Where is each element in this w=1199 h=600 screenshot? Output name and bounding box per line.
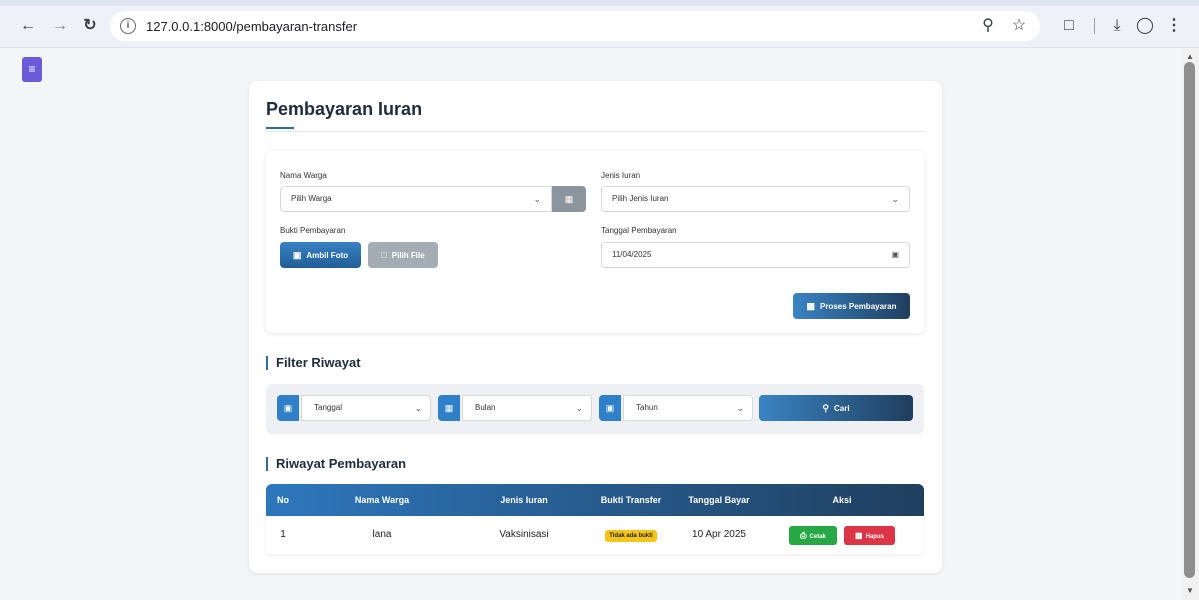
- col-no: No: [277, 495, 289, 505]
- cell-bukti: Tidak ada bukti: [584, 516, 678, 554]
- table-row: 1 lana Vaksinisasi Tidak ada bukti 10 Ap…: [266, 516, 924, 554]
- chevron-down-icon: ⌄: [891, 194, 899, 204]
- filter-bulan[interactable]: ▦ Bulan ⌄: [438, 395, 592, 421]
- calendar-year-icon: ▣: [599, 395, 621, 421]
- cari-label: Cari: [834, 404, 850, 413]
- list-picker-button[interactable]: ▦: [552, 186, 586, 212]
- url-text[interactable]: 127.0.0.1:8000/pembayaran-transfer: [146, 19, 357, 34]
- search-icon: ⚲: [822, 403, 830, 413]
- main-card: Pembayaran Iuran Nama Warga Pilih Warga …: [249, 81, 942, 573]
- title-accent: [266, 127, 294, 129]
- toolbar-divider: [1094, 18, 1095, 34]
- forward-arrow-icon[interactable]: →: [50, 16, 70, 36]
- filter-tanggal-select[interactable]: Tanggal ⌄: [301, 395, 431, 421]
- title-divider: [266, 131, 925, 132]
- proses-pembayaran-button[interactable]: ▩ Proses Pembayaran: [793, 293, 910, 319]
- site-info-icon[interactable]: i: [120, 18, 136, 34]
- payment-form: Nama Warga Pilih Warga ⌄ ▦ Jenis Iuran P…: [266, 151, 924, 333]
- ambil-foto-button[interactable]: ▣ Ambil Foto: [280, 242, 361, 268]
- address-bar[interactable]: i 127.0.0.1:8000/pembayaran-transfer: [110, 11, 1040, 41]
- nama-warga-select[interactable]: Pilih Warga ⌄: [280, 186, 552, 212]
- calendar-day-icon: ▣: [277, 395, 299, 421]
- downloads-icon[interactable]: ⤓: [1106, 15, 1128, 37]
- hapus-button[interactable]: ▩ Hapus: [844, 526, 895, 545]
- nama-warga-value: Pilih Warga: [291, 194, 332, 203]
- proses-pembayaran-label: Proses Pembayaran: [820, 302, 897, 311]
- reload-icon[interactable]: ↻: [80, 16, 100, 36]
- filter-tahun-select[interactable]: Tahun ⌄: [623, 395, 753, 421]
- filter-tahun[interactable]: ▣ Tahun ⌄: [599, 395, 753, 421]
- pilih-file-label: Pilih File: [391, 251, 425, 260]
- page-title: Pembayaran Iuran: [266, 99, 423, 119]
- jenis-iuran-select[interactable]: Pilih Jenis Iuran ⌄: [601, 186, 910, 212]
- calendar-icon[interactable]: ▣: [891, 243, 899, 267]
- tanggal-pembayaran-input[interactable]: 11/04/2025 ▣: [601, 242, 910, 268]
- filter-bulan-value: Bulan: [475, 403, 496, 412]
- table-header: No Nama Warga Jenis Iuran Bukti Transfer…: [266, 484, 924, 516]
- chevron-down-icon: ⌄: [575, 403, 583, 413]
- status-badge: Tidak ada bukti: [605, 530, 657, 542]
- cell-nama: lana: [372, 529, 392, 540]
- menu-icon[interactable]: ⋮: [1163, 15, 1185, 37]
- riwayat-section-title: Riwayat Pembayaran: [266, 457, 406, 471]
- col-aksi: Aksi: [832, 495, 852, 505]
- trash-icon: ▩: [855, 531, 863, 540]
- col-tanggal-bayar: Tanggal Bayar: [688, 495, 750, 505]
- riwayat-table: No Nama Warga Jenis Iuran Bukti Transfer…: [266, 484, 924, 554]
- filter-section-title: Filter Riwayat: [266, 356, 361, 370]
- filter-bar: ▣ Tanggal ⌄ ▦ Bulan ⌄ ▣ Tahun ⌄ ⚲ Cari: [266, 384, 924, 434]
- bookmark-star-icon[interactable]: ☆: [1008, 15, 1030, 37]
- filter-tanggal[interactable]: ▣ Tanggal ⌄: [277, 395, 431, 421]
- pilih-file-button[interactable]: □ Pilih File: [368, 242, 438, 268]
- tab-strip: [0, 0, 1199, 6]
- list-icon: ▦: [564, 194, 574, 204]
- cell-tanggal: 10 Apr 2025: [692, 529, 746, 540]
- filter-tanggal-value: Tanggal: [314, 403, 343, 412]
- tanggal-value: 11/04/2025: [612, 250, 652, 259]
- sidebar-toggle-button[interactable]: ≡: [22, 57, 42, 82]
- hapus-label: Hapus: [865, 534, 884, 540]
- cetak-button[interactable]: ⎙ Cetak: [789, 526, 837, 545]
- ambil-foto-label: Ambil Foto: [306, 251, 349, 260]
- scrollbar-thumb[interactable]: [1184, 62, 1195, 578]
- page-scrollbar[interactable]: ▲ ▼: [1181, 48, 1199, 600]
- cell-jenis: Vaksinisasi: [499, 529, 549, 540]
- chevron-down-icon: ⌄: [736, 403, 744, 413]
- col-jenis-iuran: Jenis Iuran: [500, 495, 548, 505]
- nama-warga-label: Nama Warga: [280, 171, 327, 180]
- chevron-down-icon: ⌄: [414, 403, 422, 413]
- cetak-label: Cetak: [809, 534, 826, 540]
- col-nama-warga: Nama Warga: [354, 495, 410, 505]
- chevron-down-icon: ⌄: [533, 194, 541, 204]
- print-icon: ⎙: [800, 531, 807, 540]
- camera-icon: ▣: [292, 250, 302, 260]
- filter-bulan-select[interactable]: Bulan ⌄: [462, 395, 592, 421]
- scroll-down-icon[interactable]: ▼: [1186, 586, 1194, 595]
- filter-tahun-value: Tahun: [636, 403, 658, 412]
- profile-icon[interactable]: ◯: [1134, 15, 1156, 37]
- scroll-up-icon[interactable]: ▲: [1186, 52, 1194, 61]
- extensions-icon[interactable]: □: [1058, 15, 1080, 37]
- back-arrow-icon[interactable]: ←: [18, 16, 38, 36]
- zoom-icon[interactable]: ⚲: [977, 15, 999, 37]
- cell-no: 1: [280, 529, 286, 540]
- col-bukti-transfer: Bukti Transfer: [600, 495, 662, 505]
- file-icon: □: [381, 250, 387, 260]
- cari-button[interactable]: ⚲ Cari: [759, 395, 913, 421]
- jenis-iuran-value: Pilih Jenis Iuran: [612, 194, 669, 203]
- calendar-month-icon: ▦: [438, 395, 460, 421]
- browser-toolbar: ← → ↻ i 127.0.0.1:8000/pembayaran-transf…: [0, 0, 1199, 48]
- jenis-iuran-label: Jenis Iuran: [601, 171, 641, 180]
- tanggal-pembayaran-label: Tanggal Pembayaran: [601, 226, 677, 235]
- bukti-pembayaran-label: Bukti Pembayaran: [280, 226, 346, 235]
- money-icon: ▩: [806, 301, 815, 311]
